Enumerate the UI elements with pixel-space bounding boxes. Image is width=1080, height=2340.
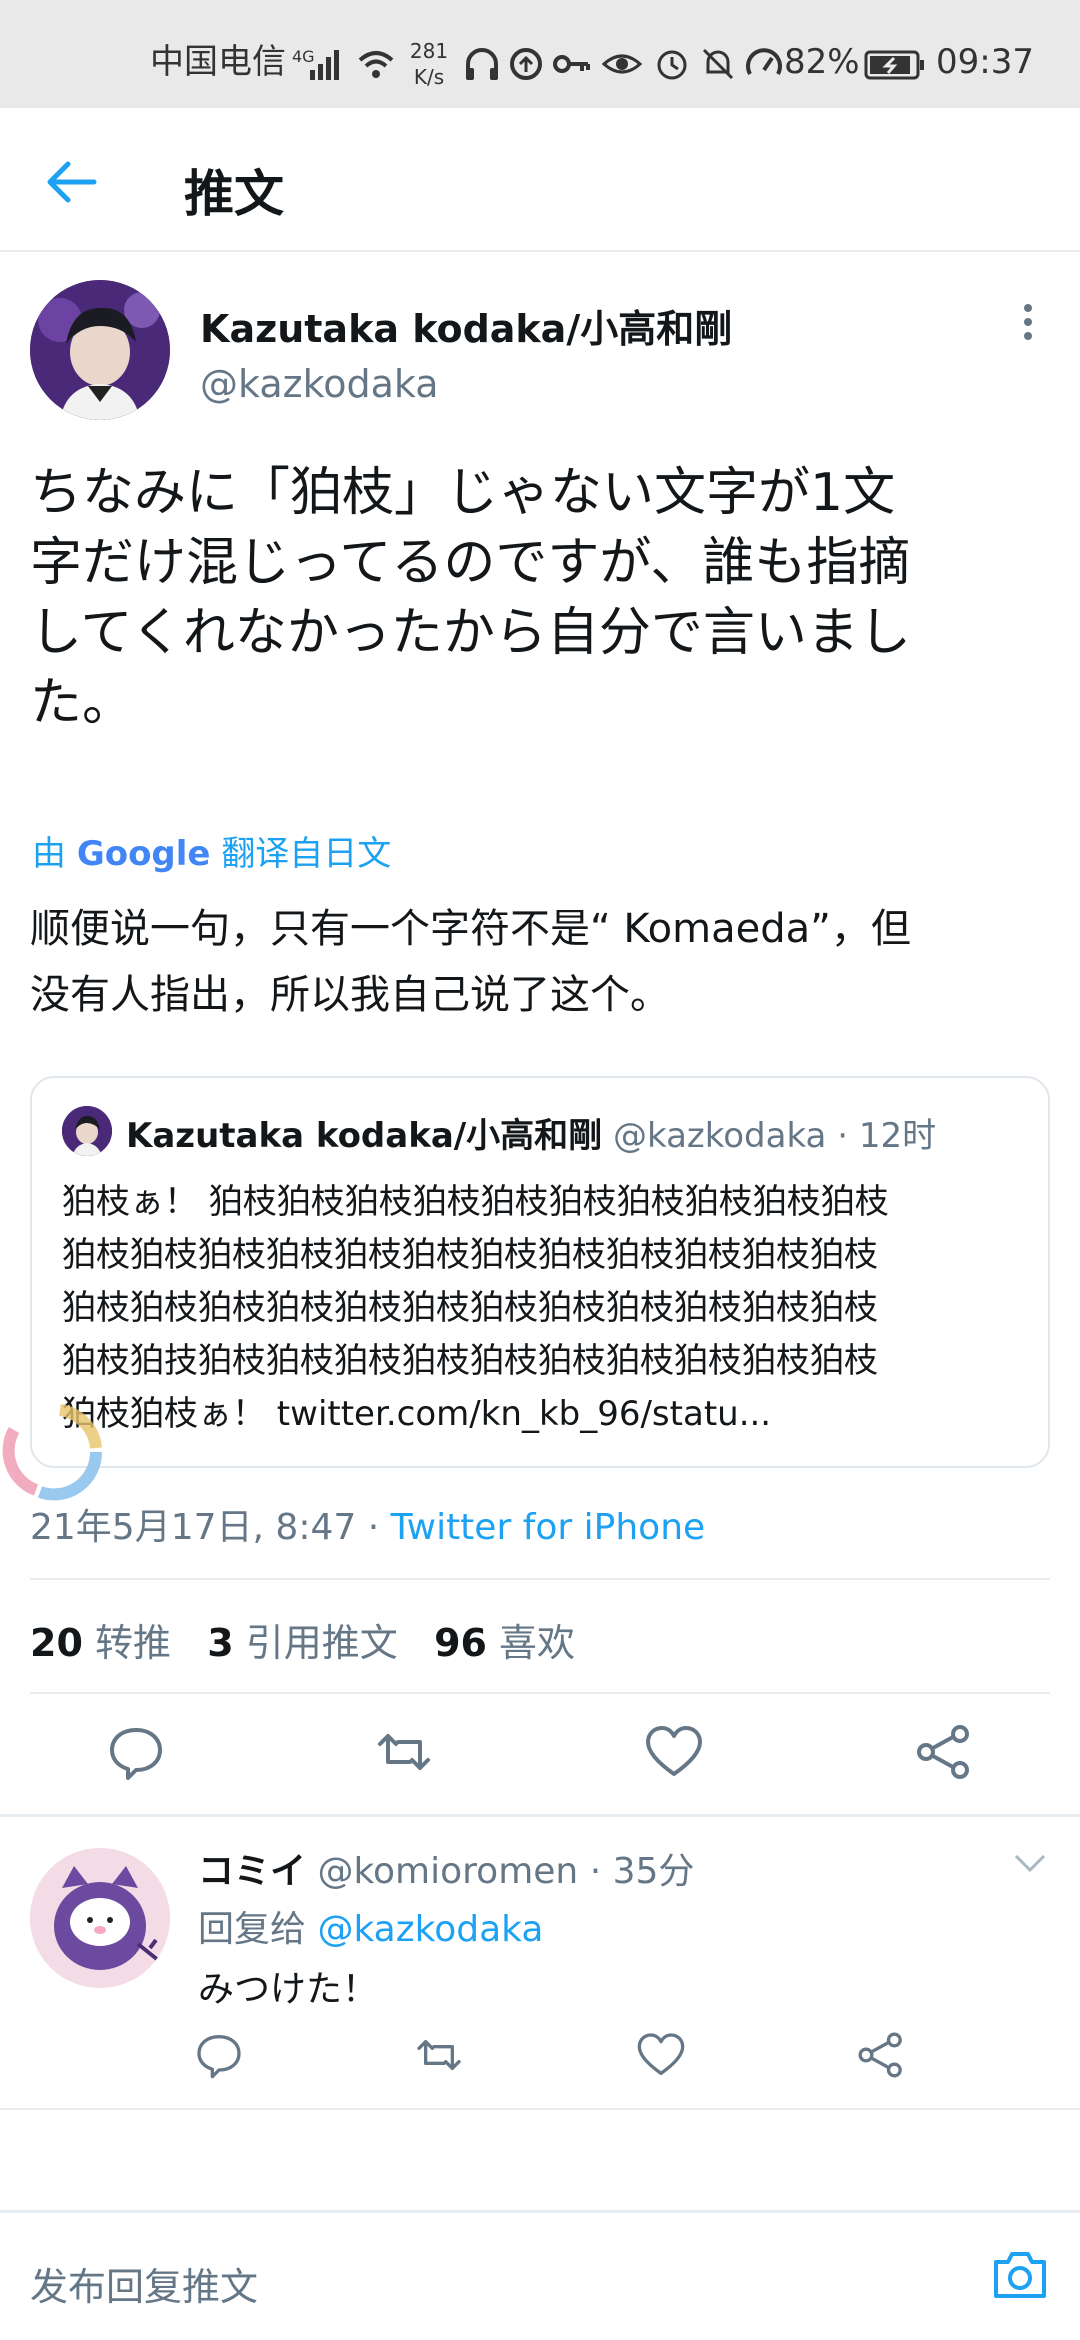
battery-icon xyxy=(864,50,924,80)
retweet-icon[interactable] xyxy=(414,2030,464,2080)
reply-icon[interactable] xyxy=(106,1722,166,1782)
composer-divider xyxy=(0,2210,1080,2213)
reply-time: · 35分 xyxy=(589,1851,695,1892)
app-header: 推文 xyxy=(0,108,1080,252)
reply-icon[interactable] xyxy=(194,2030,244,2080)
tweet-body-line: してくれなかったから自分で言いまし xyxy=(30,603,911,663)
likes-label: 喜欢 xyxy=(499,1621,576,1665)
quotes-label: 引用推文 xyxy=(245,1621,398,1665)
tweet-body-line: ちなみに「狛枝」じゃない文字が1文 xyxy=(30,463,896,523)
tweet-stats: 20 转推 3 引用推文 96 喜欢 xyxy=(30,1612,575,1667)
retweets-count: 20 xyxy=(30,1621,83,1665)
reply-author-avatar[interactable] xyxy=(30,1848,170,1988)
more-options-icon[interactable] xyxy=(1014,302,1042,342)
reply-author-handle[interactable]: @komioromen xyxy=(317,1851,578,1892)
tweet-body-line: た。 xyxy=(30,673,135,733)
author-name[interactable]: Kazutaka kodaka/小高和剛 xyxy=(200,298,732,353)
tweet-body-line: 字だけ混じってるのですが、誰も指摘 xyxy=(30,533,911,593)
reply-header: コミイ @komioromen · 35分 xyxy=(198,1842,694,1894)
divider xyxy=(0,2108,1080,2110)
divider xyxy=(30,1692,1050,1694)
net-speed-value: 281 xyxy=(409,39,449,63)
quotes-count: 3 xyxy=(207,1621,234,1665)
tweet-source-link[interactable]: Twitter for iPhone xyxy=(391,1507,706,1548)
like-heart-icon[interactable] xyxy=(644,1722,704,1782)
tweet-body: ちなみに「狛枝」じゃない文字が1文 字だけ混じってるのですが、誰も指摘 してくれ… xyxy=(30,458,1060,738)
quoted-author-avatar xyxy=(62,1106,112,1156)
share-icon[interactable] xyxy=(914,1722,974,1782)
wifi-icon xyxy=(358,51,394,78)
divider xyxy=(30,1578,1050,1580)
reply-to-line: 回复给 @kazkodaka xyxy=(198,1900,543,1952)
battery-percent: 82% xyxy=(784,42,860,82)
google-logo: Google xyxy=(76,834,211,874)
quoted-line: 狛枝狛枝狛枝狛枝狛枝狛枝狛枝狛枝狛枝狛枝狛枝狛枝 xyxy=(62,1235,878,1275)
quoted-author-handle: @kazkodaka xyxy=(613,1116,827,1156)
translate-suffix: 翻译自日文 xyxy=(221,834,392,874)
back-arrow-icon[interactable] xyxy=(42,152,102,212)
tweet-timestamp: 21年5月17日, 8:47 · xyxy=(30,1507,380,1548)
author-avatar[interactable] xyxy=(30,280,170,420)
quoted-tweet-time: · 12时 xyxy=(837,1116,937,1156)
likes-stat[interactable]: 96 喜欢 xyxy=(434,1621,575,1665)
translate-prefix: 由 xyxy=(32,834,66,874)
chevron-down-icon[interactable] xyxy=(1012,1852,1048,1876)
translation-attribution[interactable]: 由 Google 翻译自日文 xyxy=(32,826,391,875)
quoted-line: 狛枝狛枝ぁ！ twitter.com/kn_kb_96/statu... xyxy=(62,1394,772,1434)
tweet-meta: 21年5月17日, 8:47 · Twitter for iPhone xyxy=(30,1498,705,1550)
retweets-label: 转推 xyxy=(94,1621,171,1665)
section-divider xyxy=(0,1814,1080,1817)
mute-bell-icon xyxy=(702,48,734,80)
reply-author-name[interactable]: コミイ xyxy=(198,1851,306,1892)
author-handle[interactable]: @kazkodaka xyxy=(200,362,439,406)
quoted-tweet-body: 狛枝ぁ！ 狛枝狛枝狛枝狛枝狛枝狛枝狛枝狛枝狛枝狛枝 狛枝狛枝狛枝狛枝狛枝狛枝狛枝… xyxy=(62,1176,1022,1441)
translation-line: 顺便说一句，只有一个字符不是“ Komaeda”，但 xyxy=(30,906,911,952)
reply-composer-input[interactable]: 发布回复推文 xyxy=(30,2256,258,2311)
retweets-stat[interactable]: 20 转推 xyxy=(30,1621,171,1665)
reply-to-label: 回复给 xyxy=(198,1909,307,1950)
translation-line: 没有人指出，所以我自己说了这个。 xyxy=(30,972,670,1018)
quoted-tweet-header: Kazutaka kodaka/小高和剛 @kazkodaka · 12时 xyxy=(126,1108,936,1157)
retweet-icon[interactable] xyxy=(374,1722,434,1782)
quoted-line: 狛枝狛技狛枝狛枝狛枝狛枝狛枝狛枝狛枝狛枝狛枝狛枝 xyxy=(62,1341,878,1381)
signal-icon xyxy=(310,50,339,80)
quoted-author-name: Kazutaka kodaka/小高和剛 xyxy=(126,1116,603,1156)
camera-icon[interactable] xyxy=(992,2248,1048,2300)
quoted-line: 狛枝ぁ！ 狛枝狛枝狛枝狛枝狛枝狛枝狛枝狛枝狛枝狛枝 xyxy=(62,1182,889,1222)
performance-icon xyxy=(746,48,782,75)
share-icon[interactable] xyxy=(856,2030,906,2080)
reply-to-handle[interactable]: @kazkodaka xyxy=(317,1909,543,1950)
page-title: 推文 xyxy=(184,165,284,223)
key-icon xyxy=(553,55,590,73)
headphones-icon xyxy=(466,48,498,80)
loading-spinner-icon xyxy=(2,1404,103,1501)
net-speed-unit: K/s xyxy=(413,65,445,89)
quotes-stat[interactable]: 3 引用推文 xyxy=(207,1621,398,1665)
tweet-translation: 顺便说一句，只有一个字符不是“ Komaeda”，但 没有人指出，所以我自己说了… xyxy=(30,896,1060,1028)
reply-text: みつけた！ xyxy=(198,1969,379,2010)
avatar-illustration xyxy=(30,280,170,420)
clock: 09:37 xyxy=(936,42,1034,82)
eye-icon xyxy=(602,54,642,74)
likes-count: 96 xyxy=(434,1621,487,1665)
carrier-label: 中国电信 xyxy=(150,42,286,82)
alarm-icon xyxy=(657,50,687,80)
data-saver-icon xyxy=(510,48,542,80)
avatar-illustration xyxy=(62,1106,112,1156)
avatar-illustration xyxy=(30,1848,170,1988)
like-heart-icon[interactable] xyxy=(636,2030,686,2080)
quoted-line: 狛枝狛枝狛枝狛枝狛枝狛枝狛枝狛枝狛枝狛枝狛枝狛枝 xyxy=(62,1288,878,1328)
status-bar: 中国电信 4G 281 K/s 82% 09:37 xyxy=(0,0,1080,108)
